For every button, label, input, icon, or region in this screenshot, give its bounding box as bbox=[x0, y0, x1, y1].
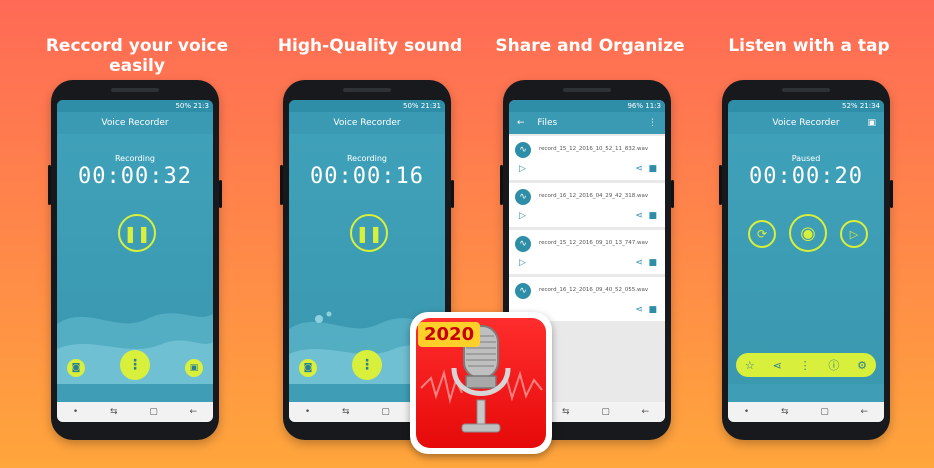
audio-wave-icon: ∿ bbox=[515, 283, 531, 299]
delete-icon[interactable]: ■ bbox=[648, 164, 657, 174]
status-bar: 50% 21:31 bbox=[289, 100, 445, 112]
dot-icon[interactable]: • bbox=[305, 407, 310, 417]
clock-text: 21:31 bbox=[420, 102, 441, 110]
file-name: record_15_12_2016_10_52_11_832.wav bbox=[539, 146, 649, 152]
file-item[interactable]: ∿ record_16_12_2016_04_29_42_318.wav ▷ ⋖… bbox=[509, 183, 665, 227]
pause-button[interactable]: ❚❚ bbox=[118, 214, 156, 252]
file-item[interactable]: ∿ record_15_12_2016_09_10_13_747.wav ▷ ⋖… bbox=[509, 230, 665, 274]
battery-text: 50% bbox=[403, 102, 419, 110]
share-icon[interactable]: ⋖ bbox=[773, 359, 782, 372]
back-icon[interactable]: ← bbox=[190, 407, 198, 417]
play-button[interactable]: ▷ bbox=[840, 220, 868, 248]
player-screen: 52% 21:34 Voice Recorder ▣ Paused 00:00:… bbox=[728, 100, 884, 422]
app-title: Voice Recorder bbox=[101, 118, 169, 128]
caption-listen: Listen with a tap bbox=[728, 36, 890, 56]
save-button[interactable]: ▣ bbox=[185, 359, 203, 377]
files-title: Files bbox=[537, 118, 558, 128]
recents-icon[interactable]: ⇆ bbox=[781, 407, 789, 417]
file-name: record_15_12_2016_09_10_13_747.wav bbox=[539, 240, 649, 246]
audio-wave-icon: ∿ bbox=[515, 142, 531, 158]
pause-icon: ❚❚ bbox=[355, 223, 383, 243]
loop-icon: ⟳ bbox=[756, 227, 768, 241]
share-icon[interactable]: ⋖ bbox=[635, 305, 643, 315]
camera-button[interactable]: ◙ bbox=[299, 359, 317, 377]
more-icon[interactable]: ⋮ bbox=[800, 359, 811, 372]
clock-text: 21:3 bbox=[193, 102, 209, 110]
app-icon-badge: 2020 bbox=[410, 312, 552, 454]
home-icon[interactable]: ▢ bbox=[820, 407, 829, 417]
timer: 00:00:32 bbox=[78, 164, 192, 189]
timer: 00:00:16 bbox=[310, 164, 424, 189]
delete-icon[interactable]: ■ bbox=[648, 305, 657, 315]
camera-icon: ◙ bbox=[303, 363, 313, 373]
camera-button[interactable]: ◙ bbox=[67, 359, 85, 377]
share-icon[interactable]: ⋖ bbox=[635, 211, 643, 221]
caption-share: Share and Organize bbox=[495, 36, 685, 56]
paused-label: Paused bbox=[791, 154, 821, 163]
app-title: Voice Recorder bbox=[772, 118, 840, 128]
play-icon[interactable]: ▷ bbox=[519, 164, 526, 174]
nav-bar: • ⇆ ▢ ← bbox=[57, 402, 213, 422]
more-icon: ⋮ bbox=[128, 357, 142, 373]
recording-label: Recording bbox=[346, 154, 387, 163]
recording-label: Recording bbox=[114, 154, 155, 163]
save-icon: ▣ bbox=[189, 363, 199, 373]
home-icon[interactable]: ▢ bbox=[601, 407, 610, 417]
recents-icon[interactable]: ⇆ bbox=[342, 407, 350, 417]
recorder-screen-1: 50% 21:3 Voice Recorder Recording 00:00:… bbox=[57, 100, 213, 422]
play-icon[interactable]: ▷ bbox=[519, 258, 526, 268]
home-icon[interactable]: ▢ bbox=[149, 407, 158, 417]
phone-4: 52% 21:34 Voice Recorder ▣ Paused 00:00:… bbox=[719, 80, 893, 440]
status-bar: 96% 11:3 bbox=[509, 100, 665, 112]
caption-quality: High-Quality sound bbox=[277, 36, 463, 56]
back-icon[interactable]: ← bbox=[861, 407, 869, 417]
file-name: record_16_12_2016_09_40_52_055.wav bbox=[539, 287, 649, 293]
recents-icon[interactable]: ⇆ bbox=[562, 407, 570, 417]
audio-wave-icon: ∿ bbox=[515, 236, 531, 252]
status-bar: 50% 21:3 bbox=[57, 100, 213, 112]
clock-text: 21:34 bbox=[859, 102, 880, 110]
play-icon: ▷ bbox=[849, 227, 859, 241]
delete-icon[interactable]: ■ bbox=[648, 258, 657, 268]
battery-text: 96% bbox=[627, 102, 644, 110]
play-icon[interactable]: ▷ bbox=[519, 211, 526, 221]
dot-icon[interactable]: • bbox=[73, 407, 78, 417]
nav-bar: • ⇆ ▢ ← bbox=[728, 402, 884, 422]
action-bar: ☆ ⋖ ⋮ ⓘ ⚙ bbox=[736, 353, 876, 377]
star-icon[interactable]: ☆ bbox=[745, 359, 755, 372]
home-icon[interactable]: ▢ bbox=[381, 407, 390, 417]
info-icon[interactable]: ⓘ bbox=[828, 357, 839, 373]
app-title: Voice Recorder bbox=[333, 118, 401, 128]
timer: 00:00:20 bbox=[749, 164, 863, 189]
phone-1: 50% 21:3 Voice Recorder Recording 00:00:… bbox=[48, 80, 222, 440]
audio-wave-icon: ∿ bbox=[515, 189, 531, 205]
clock-text: 11:3 bbox=[645, 102, 661, 110]
pause-button[interactable]: ❚❚ bbox=[350, 214, 388, 252]
status-bar: 52% 21:34 bbox=[728, 100, 884, 112]
delete-icon[interactable]: ■ bbox=[648, 211, 657, 221]
dot-icon[interactable]: • bbox=[744, 407, 749, 417]
battery-text: 52% bbox=[842, 102, 858, 110]
back-arrow-icon[interactable]: ← bbox=[517, 118, 525, 128]
record-icon: ◉ bbox=[800, 222, 816, 244]
year-badge: 2020 bbox=[418, 322, 481, 347]
overflow-menu-icon[interactable]: ⋮ bbox=[648, 112, 657, 134]
more-button[interactable]: ⋮ bbox=[120, 350, 150, 380]
caption-record: Reccord your voice easily bbox=[45, 36, 229, 76]
save-file-icon[interactable]: ▣ bbox=[867, 112, 876, 134]
record-button[interactable]: ◉ bbox=[789, 214, 827, 252]
file-name: record_16_12_2016_04_29_42_318.wav bbox=[539, 193, 649, 199]
camera-icon: ◙ bbox=[71, 363, 81, 373]
settings-icon[interactable]: ⚙ bbox=[857, 359, 867, 372]
more-icon: ⋮ bbox=[360, 357, 374, 373]
battery-text: 50% bbox=[175, 102, 192, 110]
share-icon[interactable]: ⋖ bbox=[635, 164, 643, 174]
file-item[interactable]: ∿ record_15_12_2016_10_52_11_832.wav ▷ ⋖… bbox=[509, 136, 665, 180]
loop-button[interactable]: ⟳ bbox=[748, 220, 776, 248]
back-icon[interactable]: ← bbox=[642, 407, 650, 417]
more-button[interactable]: ⋮ bbox=[352, 350, 382, 380]
share-icon[interactable]: ⋖ bbox=[635, 258, 643, 268]
pause-icon: ❚❚ bbox=[123, 223, 151, 243]
recents-icon[interactable]: ⇆ bbox=[110, 407, 118, 417]
